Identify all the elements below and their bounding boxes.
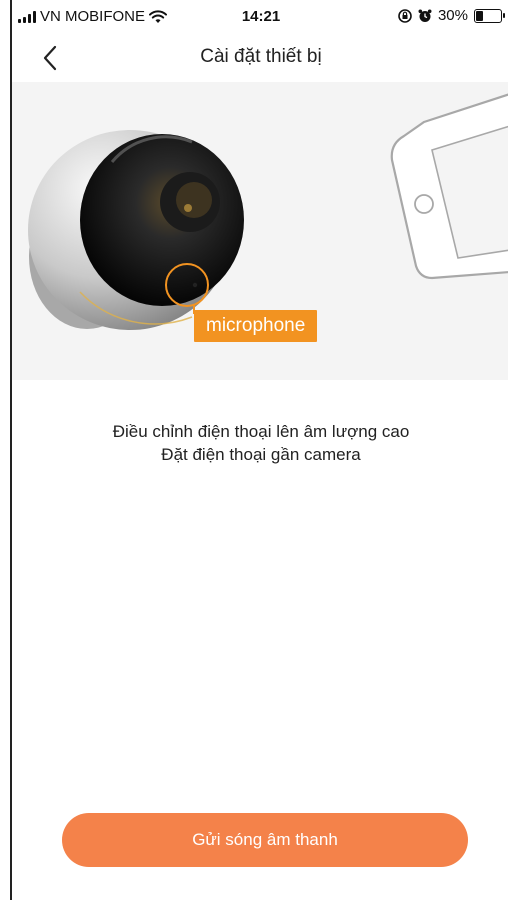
orientation-lock-icon bbox=[398, 8, 412, 23]
status-bar: VN MOBIFONE 14:21 30% bbox=[12, 0, 508, 34]
alarm-icon bbox=[418, 9, 432, 22]
instructions: Điều chỉnh điện thoại lên âm lượng cao Đ… bbox=[12, 420, 508, 466]
battery-icon bbox=[474, 8, 505, 23]
setup-illustration: microphone bbox=[12, 82, 508, 380]
battery-percent: 30% bbox=[437, 7, 468, 24]
nav-bar: Cài đặt thiết bị bbox=[12, 34, 508, 82]
camera-graphic bbox=[28, 130, 244, 330]
device-setup-screen: VN MOBIFONE 14:21 30% Cài đặt thiết bị m… bbox=[10, 0, 508, 900]
instruction-volume: Điều chỉnh điện thoại lên âm lượng cao bbox=[112, 422, 410, 441]
instruction-placement: Đặt điện thoại gần camera bbox=[161, 445, 361, 464]
battery-level bbox=[476, 10, 483, 21]
phone-graphic bbox=[390, 93, 508, 280]
page-title: Cài đặt thiết bị bbox=[200, 46, 322, 67]
send-sound-wave-button[interactable]: Gửi sóng âm thanh bbox=[62, 813, 468, 867]
status-right: 30% bbox=[398, 7, 505, 24]
microphone-label: microphone bbox=[194, 310, 318, 342]
